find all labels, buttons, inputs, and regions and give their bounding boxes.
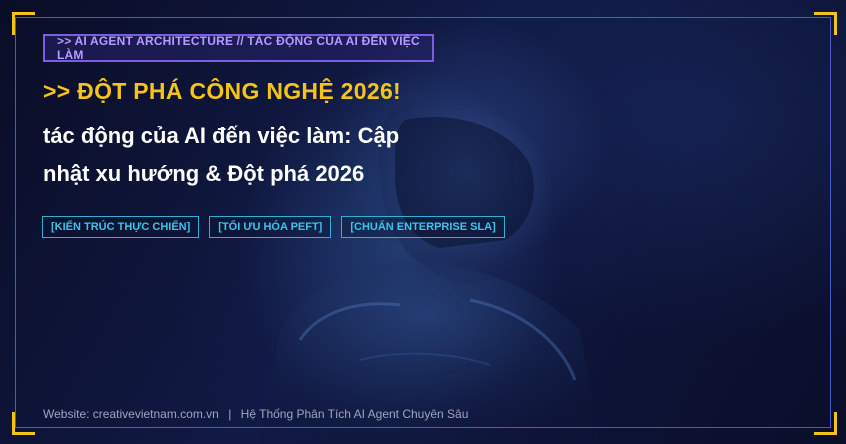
chip-peft: [TỐI ƯU HÓA PEFT] <box>209 216 332 238</box>
chip-enterprise-sla: [CHUẨN ENTERPRISE SLA] <box>341 216 505 238</box>
feature-chips: [KIẾN TRÚC THỰC CHIẾN] [TỐI ƯU HÓA PEFT]… <box>42 216 505 238</box>
frame-bottom-line <box>15 427 831 428</box>
page-title: tác động của AI đến việc làm: Cập nhật x… <box>43 117 473 193</box>
page-title-line-2: nhật xu hướng & Đột phá 2026 <box>43 161 365 186</box>
corner-bottom-right <box>814 412 837 435</box>
headline: >> ĐỘT PHÁ CÔNG NGHỆ 2026! <box>43 78 401 104</box>
frame-left-line <box>15 17 16 427</box>
footer-separator: | <box>228 407 232 421</box>
frame-right-line <box>830 17 831 427</box>
corner-bottom-left <box>12 412 35 435</box>
footer: Website: creativevietnam.com.vn | Hệ Thố… <box>43 407 468 421</box>
corner-top-right <box>814 12 837 35</box>
footer-website[interactable]: Website: creativevietnam.com.vn <box>43 407 219 421</box>
footer-tagline: Hệ Thống Phân Tích AI Agent Chuyên Sâu <box>240 407 469 421</box>
page-title-line-1: tác động của AI đến việc làm: Cập <box>43 123 400 148</box>
frame-top-line <box>15 17 831 18</box>
corner-top-left <box>12 12 35 35</box>
category-tag: >> AI AGENT ARCHITECTURE // TÁC ĐỘNG CỦA… <box>43 34 434 62</box>
chip-kien-truc: [KIẾN TRÚC THỰC CHIẾN] <box>42 216 200 238</box>
category-tag-label: >> AI AGENT ARCHITECTURE // TÁC ĐỘNG CỦA… <box>57 34 420 62</box>
